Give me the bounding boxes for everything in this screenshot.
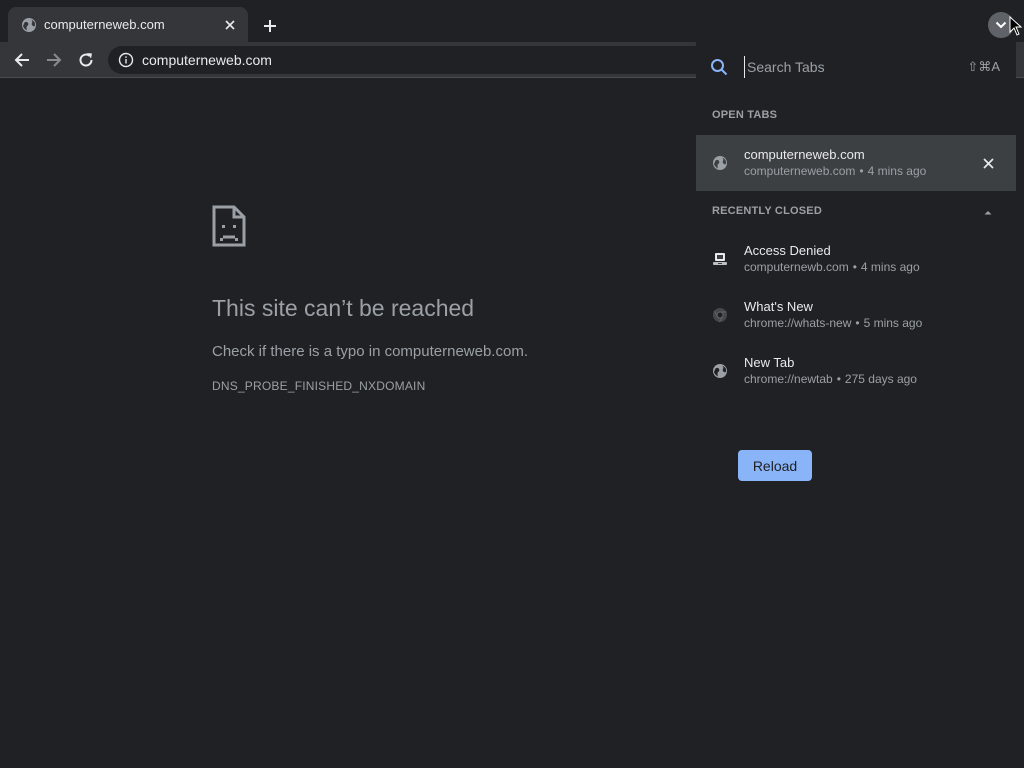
open-tabs-header: OPEN TABS [712, 109, 778, 121]
globe-icon [712, 363, 728, 379]
info-icon[interactable] [118, 52, 134, 68]
tab-search-bar: ⇧⌘A [696, 42, 1016, 92]
recently-closed-item[interactable]: What's New chrome://whats-new • 5 mins ago [696, 287, 1016, 343]
error-message: Check if there is a typo in computernewe… [212, 343, 528, 360]
tab-close-icon[interactable] [220, 15, 240, 35]
forward-button[interactable] [42, 48, 66, 72]
globe-icon [712, 155, 728, 171]
arrow-right-icon [47, 53, 62, 67]
recently-closed-item[interactable]: Access Denied computernewb.com • 4 mins ag… [696, 231, 1016, 287]
sad-document-icon [212, 205, 246, 247]
recently-closed-item[interactable]: New Tab chrome://newtab • 275 days ago [696, 343, 1016, 399]
open-tab-item[interactable]: computerneweb.com computerneweb.com • 4 mi… [696, 135, 1016, 191]
chevron-up-icon [984, 210, 992, 214]
closed-tab-subtitle: chrome://newtab • 275 days ago [744, 372, 917, 386]
recently-closed-header: RECENTLY CLOSED [712, 205, 822, 217]
chevron-down-icon [995, 21, 1007, 29]
closed-tab-title: What's New [744, 299, 813, 314]
closed-tab-subtitle: computernewb.com • 4 mins ago [744, 260, 920, 274]
tab-strip: computerneweb.com [0, 0, 1024, 42]
url-text: computerneweb.com [142, 52, 272, 68]
plus-icon [264, 20, 276, 32]
mouse-cursor-icon [1009, 16, 1023, 36]
closed-tab-title: Access Denied [744, 243, 831, 258]
address-bar[interactable]: computerneweb.com [108, 46, 708, 74]
browser-tab[interactable]: computerneweb.com [8, 7, 248, 42]
closed-tab-subtitle: chrome://whats-new • 5 mins ago [744, 316, 923, 330]
arrow-left-icon [14, 53, 29, 67]
search-icon [710, 58, 728, 76]
browser-window: computerneweb.com computerneweb.com This… [0, 0, 1024, 768]
reload-toolbar-button[interactable] [74, 48, 98, 72]
reload-button[interactable]: Reload [738, 450, 812, 481]
error-code: DNS_PROBE_FINISHED_NXDOMAIN [212, 379, 426, 393]
back-button[interactable] [10, 48, 34, 72]
globe-icon [21, 17, 37, 33]
open-tab-title: computerneweb.com [744, 147, 865, 162]
keyboard-shortcut: ⇧⌘A [967, 59, 1000, 74]
new-tab-button[interactable] [258, 14, 282, 38]
open-tab-subtitle: computerneweb.com • 4 mins ago [744, 164, 927, 178]
closed-tab-title: New Tab [744, 355, 795, 370]
site-favicon-icon [712, 251, 728, 267]
collapse-section-button[interactable] [980, 204, 996, 220]
tab-title: computerneweb.com [44, 17, 165, 32]
error-title: This site can’t be reached [212, 295, 475, 321]
tab-search-panel: ⇧⌘A OPEN TABS computerneweb.com computer… [696, 42, 1016, 404]
search-tabs-input[interactable] [744, 56, 954, 78]
refresh-icon [79, 53, 93, 67]
close-tab-icon[interactable] [978, 153, 998, 173]
chrome-icon [712, 307, 728, 323]
